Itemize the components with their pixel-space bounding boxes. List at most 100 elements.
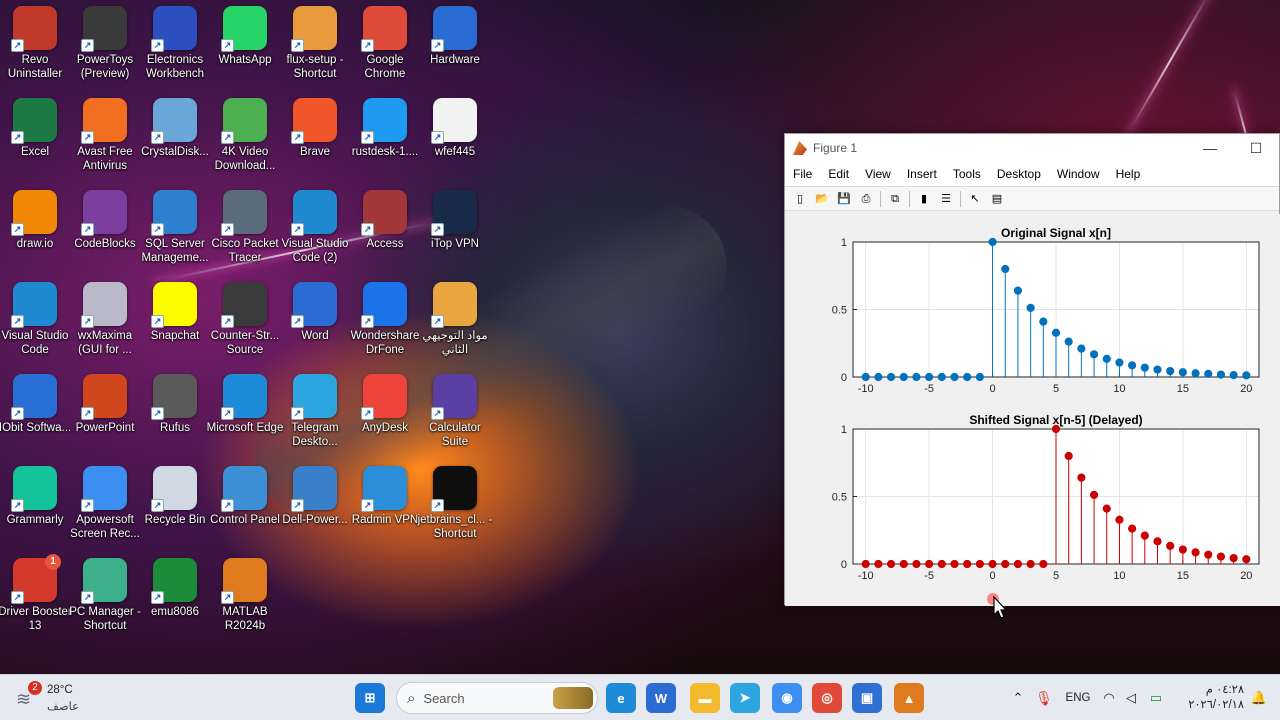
pointer-icon[interactable]: ↖ <box>966 190 984 208</box>
desktop-icon[interactable]: ↗ AnyDesk <box>350 368 420 454</box>
desktop-icon[interactable]: ↗ Cisco Packet Tracer <box>210 184 280 270</box>
weather-widget[interactable]: ≋ 2 28°C عاصف <box>14 681 104 715</box>
powertoys-icon: ↗ <box>81 6 127 52</box>
desktop-icon[interactable]: ↗ Wondershare DrFone <box>350 276 420 362</box>
vscode-icon: ↗ <box>291 190 337 236</box>
menu-edit[interactable]: Edit <box>820 167 857 181</box>
desktop-icon-label: Google Chrome <box>364 54 406 80</box>
insert-legend-icon[interactable]: ☰ <box>937 190 955 208</box>
edge-icon: ↗ <box>221 374 267 420</box>
volume-icon[interactable]: ◁ <box>1120 690 1142 706</box>
word-doc-icon: ↗ <box>431 6 477 52</box>
desktop-icon[interactable]: ↗ jetbrains_cl... - Shortcut <box>418 460 492 546</box>
desktop-icon[interactable]: ↗ Apowersoft Screen Rec... <box>70 460 140 546</box>
desktop-icon[interactable]: ↗ Electronics Workbench <box>140 0 210 86</box>
desktop-icon[interactable]: ↗ Microsoft Edge <box>207 368 283 454</box>
desktop-icon[interactable]: ↗ Access <box>350 184 420 270</box>
clock[interactable]: ٠٤:٢٨ م ٢٠٢٦/٠٢/١٨ <box>1174 683 1244 713</box>
desktop-icon[interactable]: ↗ PC Manager - Shortcut <box>69 552 141 638</box>
shortcut-arrow-icon: ↗ <box>221 407 234 420</box>
desktop-icon[interactable]: ↗ Word <box>280 276 350 362</box>
desktop-icon[interactable]: ↗ PowerToys (Preview) <box>70 0 140 86</box>
desktop-icon[interactable]: ↗ IObit Softwa... <box>0 368 71 454</box>
matlab-icon: ↗ <box>221 558 267 604</box>
menu-file[interactable]: File <box>785 167 820 181</box>
notifications-icon[interactable]: 🔔 <box>1244 690 1274 706</box>
chrome-icon[interactable]: ◎ <box>812 683 842 713</box>
stem-marker <box>1128 524 1137 533</box>
word-icon[interactable]: W <box>646 683 676 713</box>
desktop-icon[interactable]: ↗ Calculator Suite <box>420 368 490 454</box>
desktop-icon[interactable]: ↗ PowerPoint <box>70 368 140 454</box>
desktop-icon[interactable]: ↗ draw.io <box>0 184 70 270</box>
new-figure-icon[interactable]: ▯ <box>791 190 809 208</box>
desktop-icon[interactable]: ↗ Snapchat <box>140 276 210 362</box>
maximize-button[interactable]: ☐ <box>1233 140 1279 157</box>
language-indicator[interactable]: ENG <box>1058 692 1098 704</box>
desktop-icon[interactable]: ↗ Excel <box>0 92 70 178</box>
x-tick-label: 20 <box>1240 570 1252 582</box>
link-plot-icon[interactable]: ⧉ <box>886 190 904 208</box>
desktop-icon[interactable]: ↗ Visual Studio Code (2) <box>280 184 350 270</box>
matlab-figure-window[interactable]: Figure 1 — ☐ File Edit View Insert Tools Desk… <box>784 133 1280 606</box>
desktop-icon[interactable]: ↗ SQL Server Manageme... <box>140 184 210 270</box>
minimize-button[interactable]: — <box>1187 140 1233 157</box>
desktop-icon[interactable]: ↗ Counter-Str... Source <box>210 276 280 362</box>
figure-titlebar[interactable]: Figure 1 — ☐ <box>785 134 1279 162</box>
desktop-icon[interactable]: ↗ wxMaxima (GUI for ... <box>70 276 140 362</box>
desktop-icon[interactable]: ↗ flux-setup - Shortcut <box>280 0 350 86</box>
desktop-icon[interactable]: ↗ 4K Video Download... <box>210 92 280 178</box>
desktop-icon[interactable]: ↗ wfef445 <box>420 92 490 178</box>
desktop-icon[interactable]: ↗ Google Chrome <box>350 0 420 86</box>
desktop-icon[interactable]: ↗ Telegram Deskto... <box>280 368 350 454</box>
open-file-icon[interactable]: 📂 <box>813 190 831 208</box>
desktop-icon[interactable]: ↗ Radmin VPN <box>350 460 420 546</box>
print-icon[interactable]: ⎙ <box>857 190 875 208</box>
desktop-icon[interactable]: ↗ Grammarly <box>0 460 70 546</box>
wifi-icon[interactable]: ◠ <box>1098 690 1120 706</box>
save-icon[interactable]: 💾 <box>835 190 853 208</box>
matlab-icon[interactable]: ▲ <box>894 683 924 713</box>
desktop-icon[interactable]: ↗ Dell-Power... <box>280 460 350 546</box>
stem-marker <box>1204 369 1213 378</box>
desktop-icon[interactable]: ↗ Revo Uninstaller <box>0 0 70 86</box>
desktop-icon[interactable]: ↗ CrystalDisk... <box>140 92 210 178</box>
show-hidden-icons-button[interactable]: ⌃ <box>1006 690 1030 706</box>
desktop-icon[interactable]: ↗ مواد التوجيهي الثاني <box>420 276 490 362</box>
desktop-icon[interactable]: ↗ emu8086 <box>140 552 210 638</box>
desktop-icon[interactable]: ↗ Brave <box>280 92 350 178</box>
microsoft-store-icon[interactable]: ▣ <box>852 683 882 713</box>
start-icon[interactable]: ⊞ <box>355 683 385 713</box>
menu-help[interactable]: Help <box>1108 167 1149 181</box>
menu-window[interactable]: Window <box>1049 167 1108 181</box>
menu-insert[interactable]: Insert <box>899 167 945 181</box>
stem-marker <box>912 372 921 382</box>
desktop-icon[interactable]: ↗ Rufus <box>140 368 210 454</box>
desktop-icon[interactable]: ↗ rustdesk-1.... <box>350 92 420 178</box>
taskbar: ≋ 2 28°C عاصف ⌕ Search ⊞ e W ▬ ➤ ◉ ◎ ▣ ▲ ⌃ 🎙 ENG… <box>0 674 1280 720</box>
desktop-icon[interactable]: ↗ Avast Free Antivirus <box>70 92 140 178</box>
file-explorer-icon[interactable]: ▬ <box>690 683 720 713</box>
desktop-icon[interactable]: ↗ MATLAB R2024b <box>210 552 280 638</box>
desktop-icon[interactable]: ↗ CodeBlocks <box>70 184 140 270</box>
insert-colorbar-icon[interactable]: ▮ <box>915 190 933 208</box>
desktop-icon-label: Driver Booster 13 <box>0 606 72 632</box>
zoom-icon[interactable]: ◉ <box>772 683 802 713</box>
desktop-icon[interactable]: ↗ Recycle Bin <box>140 460 210 546</box>
microphone-icon[interactable]: 🎙 <box>1030 690 1058 707</box>
menu-desktop[interactable]: Desktop <box>989 167 1049 181</box>
menu-view[interactable]: View <box>857 167 899 181</box>
property-inspector-icon[interactable]: ▤ <box>988 190 1006 208</box>
desktop-icon[interactable]: ↗ Control Panel <box>210 460 280 546</box>
desktop-icon[interactable]: ↗ 1 Driver Booster 13 <box>0 552 72 638</box>
telegram-icon[interactable]: ➤ <box>730 683 760 713</box>
edge-icon[interactable]: e <box>606 683 636 713</box>
desktop-icon[interactable]: ↗ Visual Studio Code <box>0 276 70 362</box>
menu-tools[interactable]: Tools <box>945 167 989 181</box>
desktop-icon[interactable]: ↗ WhatsApp <box>210 0 280 86</box>
battery-icon[interactable]: ▭ <box>1142 690 1170 706</box>
crystaldisk-icon: ↗ <box>151 98 197 144</box>
desktop-icon[interactable]: ↗ Hardware <box>420 0 490 86</box>
desktop-icon[interactable]: ↗ iTop VPN <box>420 184 490 270</box>
taskbar-search-box[interactable]: ⌕ Search <box>396 682 598 714</box>
